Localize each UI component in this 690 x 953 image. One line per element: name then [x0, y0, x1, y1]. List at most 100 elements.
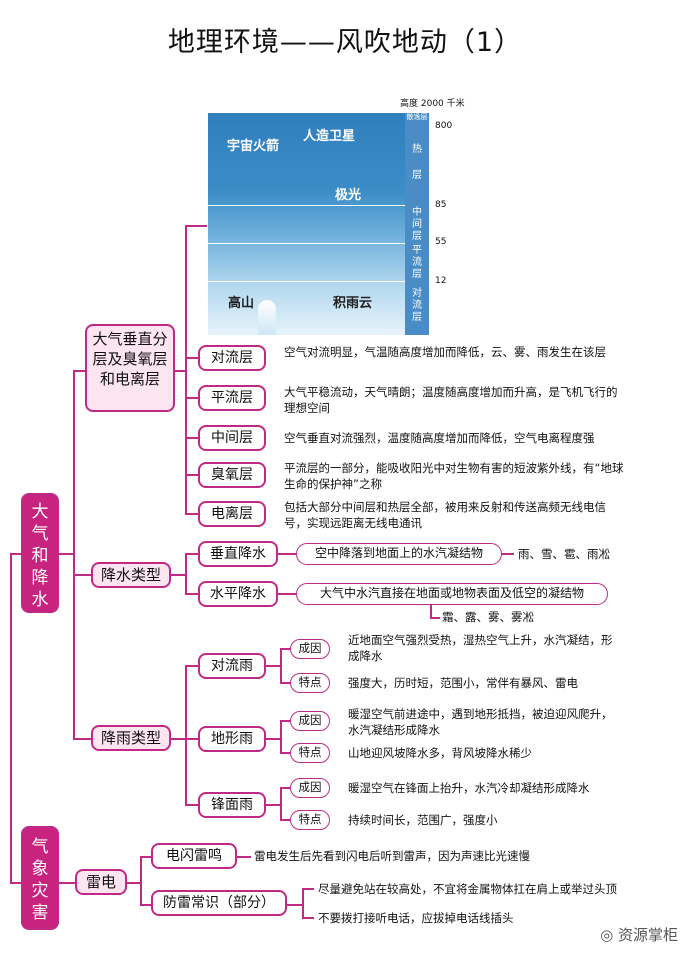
layer-node-ozone: 臭氧层: [198, 462, 266, 488]
connector: [171, 574, 185, 576]
section-lightning: 雷电: [75, 869, 127, 895]
section-precipitation-types: 降水类型: [91, 562, 171, 588]
rain-feature: 强度大，历时短，范围小，常伴有暴风、雷电: [348, 676, 578, 690]
connector: [280, 720, 282, 752]
connector: [280, 682, 290, 684]
connector: [266, 804, 280, 806]
boundary-line: [208, 243, 405, 244]
connector: [266, 665, 280, 667]
altitude-axis-label: 高度 2000 千米: [400, 99, 465, 109]
connector: [237, 856, 251, 858]
lightning-safety-node: 防雷常识（部分）: [151, 890, 287, 916]
satellite-label: 人造卫星: [303, 129, 356, 144]
connector: [280, 752, 290, 754]
layer-node-troposphere: 对流层: [198, 345, 266, 371]
cause-tag: 成因: [290, 711, 330, 731]
horizontal-precip-examples: 霜、露、雾、雾凇: [442, 610, 534, 624]
connector: [302, 888, 304, 917]
connector: [185, 225, 187, 515]
connector: [140, 904, 151, 906]
boundary-line: [208, 205, 405, 206]
feature-tag: 特点: [290, 810, 330, 830]
connector: [430, 605, 432, 617]
connector: [302, 917, 314, 919]
connector: [185, 665, 187, 805]
altitude-tick: 85: [435, 200, 447, 210]
feature-tag: 特点: [290, 743, 330, 763]
section-rainfall-types: 降雨类型: [91, 725, 171, 751]
cause-tag: 成因: [290, 778, 330, 798]
connector: [280, 648, 282, 682]
connector: [10, 553, 12, 883]
connector: [266, 738, 280, 740]
weibo-icon: ◎: [600, 926, 614, 944]
connector: [185, 553, 198, 555]
page-title: 地理环境——风吹地动（1）: [167, 27, 523, 58]
connector: [185, 437, 198, 439]
connector: [185, 474, 198, 476]
layer-desc: 空气垂直对流强烈，温度随高度增加而降低，空气电离程度强: [284, 431, 595, 445]
connector: [185, 553, 187, 593]
connector: [127, 882, 140, 884]
exosphere-label: 散逸层: [406, 113, 428, 121]
mountain-label: 高山: [228, 296, 255, 311]
connector: [140, 856, 142, 904]
rain-cause: 暖湿空气在锋面上抬升，水汽冷却凝结形成降水: [348, 781, 590, 795]
connector: [280, 819, 290, 821]
connector: [73, 738, 91, 740]
connector: [430, 617, 440, 619]
vertical-precip-node: 垂直降水: [198, 541, 278, 567]
section-vertical-layers: 大气垂直分层及臭氧层和电离层: [85, 324, 175, 412]
cloud-label: 积雨云: [333, 296, 373, 311]
thunder-lightning-node: 电闪雷鸣: [151, 843, 237, 869]
root-node-disaster: 气 象 灾 害: [21, 826, 59, 930]
connector: [185, 804, 198, 806]
altitude-tick: 55: [435, 237, 447, 247]
connector: [280, 648, 290, 650]
rain-feature: 持续时间长，范围广，强度小: [348, 813, 498, 827]
layer-desc: 平流层的一部分，能吸收阳光中对生物有害的短波紫外线，有“地球生命的保护神”之称: [284, 461, 624, 491]
layer-node-ionosphere: 电离层: [198, 501, 266, 527]
watermark: ◎ 资源掌柜: [600, 924, 678, 945]
connector: [185, 225, 207, 227]
altitude-tick: 12: [435, 276, 447, 286]
connector: [302, 888, 314, 890]
connector: [287, 904, 302, 906]
connector: [73, 574, 91, 576]
stratosphere-label: 平 流 层: [412, 245, 422, 280]
thermosphere-label: 热 层: [412, 144, 422, 181]
feature-tag: 特点: [290, 673, 330, 693]
connector: [280, 787, 290, 789]
connector: [185, 397, 198, 399]
connector: [185, 357, 198, 359]
rain-cause: 近地面空气强烈受热，湿热空气上升，水汽凝结，形成降水: [348, 633, 613, 663]
vertical-precip-definition: 空中降落到地面上的水汽凝结物: [296, 543, 502, 565]
altitude-tick: 800: [435, 121, 453, 131]
layer-node-stratosphere: 平流层: [198, 385, 266, 411]
rain-node-orographic: 地形雨: [198, 726, 266, 752]
connector: [185, 665, 198, 667]
connector: [185, 513, 198, 515]
rain-node-convective: 对流雨: [198, 653, 266, 679]
connector: [278, 593, 296, 595]
aurora-label: 极光: [335, 188, 362, 203]
connector: [278, 553, 296, 555]
mountain-shape: [258, 300, 276, 335]
horizontal-precip-node: 水平降水: [198, 581, 278, 607]
connector: [59, 553, 73, 555]
connector: [140, 856, 151, 858]
layer-desc: 空气对流明显，气温随高度增加而降低，云、雾、雨发生在该层: [284, 345, 606, 359]
mesosphere-label: 中 间 层: [412, 207, 422, 242]
cause-tag: 成因: [290, 639, 330, 659]
connector: [185, 738, 198, 740]
connector: [59, 882, 75, 884]
boundary-line: [208, 281, 405, 282]
connector: [185, 593, 198, 595]
connector: [280, 787, 282, 819]
rocket-label: 宇宙火箭: [227, 139, 280, 154]
rain-node-frontal: 锋面雨: [198, 792, 266, 818]
rain-cause: 暖湿空气前进途中，遇到地形抵挡，被迫迎风爬升，水汽凝结形成降水: [348, 707, 613, 737]
safety-tip: 尽量避免站在较高处，不宜将金属物体扛在肩上或举过头顶: [318, 882, 617, 896]
root-node-atmosphere: 大 气 和 降 水: [21, 493, 59, 613]
connector: [10, 882, 21, 884]
